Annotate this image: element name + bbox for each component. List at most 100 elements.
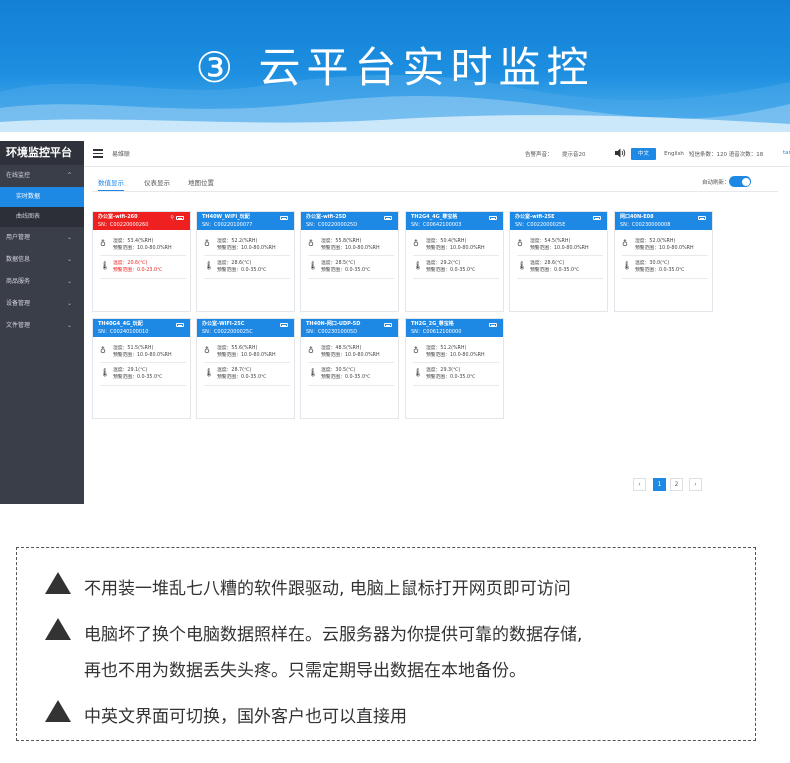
humidity-row: ♁ 湿度：55.8(%RH) 预警范围：10.0-80.0%RH	[308, 237, 394, 253]
tab-numeric[interactable]: 数值显示	[98, 177, 124, 191]
device-sn: SN：C00642100003	[411, 222, 462, 228]
device-card[interactable]: TH40N-网口-UDP-5D SN：C0023010005D ♁ 湿度：48.5(%…	[300, 318, 399, 419]
device-name: TH2G4_4G_尊宝格	[411, 214, 458, 220]
speaker-icon[interactable]	[614, 147, 626, 159]
thermometer-icon: 🌡	[413, 261, 424, 270]
humidity-icon: ♁	[413, 239, 419, 248]
row-divider	[204, 255, 290, 256]
lang-chinese-button[interactable]: 中文	[631, 148, 656, 160]
temperature-value: 温度：29.2(℃)	[426, 261, 461, 266]
note-line-4: 中英文界面可切换，国外客户也可以直接用	[84, 707, 407, 727]
device-card[interactable]: 办公室-wifi-25E SN：C0022000025E ♁ 湿度：54.5(%RH)…	[509, 211, 608, 312]
humidity-row: ♁ 湿度：53.4(%RH) 预警范围：10.0-80.0%RH	[100, 237, 186, 253]
tabs-divider	[92, 191, 778, 192]
signal-icon: ⚲	[170, 215, 174, 221]
alarm-tone-select[interactable]: 提示音20	[562, 150, 586, 158]
temperature-value: 温度：29.1(℃)	[113, 368, 148, 373]
humidity-value: 湿度：48.5(%RH)	[321, 346, 362, 351]
sidebar-group-data-info[interactable]: 数据信息 ⌄	[0, 249, 84, 271]
temperature-row: 🌡 温度：30.5(℃) 预警范围：0.0-35.0℃	[308, 366, 394, 382]
device-name: TH2G_2G_尊宝格	[411, 321, 454, 327]
auto-refresh-toggle[interactable]	[729, 176, 751, 187]
sidebar-item-curve-chart[interactable]: 曲线图表	[0, 207, 84, 227]
battery-icon	[384, 323, 392, 327]
chevron-down-icon: ⌄	[66, 300, 72, 307]
sidebar-group-product-service[interactable]: 商品服务 ⌄	[0, 271, 84, 293]
temperature-value: 温度：28.6(℃)	[217, 261, 252, 266]
humidity-icon: ♁	[100, 239, 106, 248]
device-name: TH40G4_4G_玩配	[98, 321, 143, 327]
prev-page-button[interactable]: ‹	[633, 478, 646, 491]
menu-icon[interactable]	[93, 149, 103, 158]
device-card[interactable]: 办公室-WIFI-25C SN：C0022000025C ♁ 湿度：55.6(%RH)…	[196, 318, 295, 419]
sidebar-group-device-management[interactable]: 设备管理 ⌄	[0, 293, 84, 315]
feature-notes: 不用装一堆乱七八糟的软件跟驱动, 电脑上鼠标打开网页即可访问 电脑坏了换个电脑数…	[16, 547, 756, 741]
topbar-link[interactable]: tan	[783, 150, 790, 156]
sidebar-group-user-management[interactable]: 用户管理 ⌄	[0, 227, 84, 249]
device-sn: SN：C00220000260	[98, 222, 149, 228]
thermometer-icon: 🌡	[204, 368, 215, 377]
humidity-icon: ♁	[308, 346, 314, 355]
device-card-header: 办公室-WIFI-25C SN：C0022000025C	[197, 319, 294, 337]
humidity-value: 湿度：52.0(%RH)	[635, 239, 676, 244]
temperature-row: 🌡 温度：20.6(℃) 预警范围：0.0-23.0℃	[100, 259, 186, 275]
row-divider	[204, 278, 290, 279]
humidity-value: 湿度：55.8(%RH)	[321, 239, 362, 244]
banner: ③ 云平台实时监控	[0, 0, 790, 132]
humidity-row: ♁ 湿度：51.2(%RH) 预警范围：10.0-80.0%RH	[413, 344, 499, 360]
row-divider	[622, 255, 708, 256]
device-card[interactable]: 网口40N-E08 SN：C00230000008 ♁ 湿度：52.0(%RH) 预警范…	[614, 211, 713, 312]
auto-refresh-label: 自动刷新：	[702, 180, 730, 186]
user-name[interactable]: 易维联	[112, 149, 130, 158]
temperature-row: 🌡 温度：28.7(℃) 预警范围：0.0-35.0℃	[204, 366, 290, 382]
humidity-row: ♁ 湿度：52.0(%RH) 预警范围：10.0-80.0%RH	[622, 237, 708, 253]
temperature-row: 🌡 温度：28.6(℃) 预警范围：0.0-35.0℃	[204, 259, 290, 275]
device-card[interactable]: TH2G4_4G_尊宝格 SN：C00642100003 ♁ 湿度：50.4(%RH)…	[405, 211, 504, 312]
sidebar-group-online-monitor[interactable]: 在线监控 ^	[0, 165, 84, 187]
next-page-button[interactable]: ›	[689, 478, 702, 491]
row-divider	[413, 255, 499, 256]
row-divider	[308, 255, 394, 256]
device-card[interactable]: TH2G_2G_尊宝格 SN：C00612100000 ♁ 湿度：51.2(%RH) 预…	[405, 318, 504, 419]
row-divider	[622, 278, 708, 279]
humidity-icon: ♁	[100, 346, 106, 355]
device-card[interactable]: TH40G4_4G_玩配 SN：C00240100010 ♁ 湿度：51.5(%RH)…	[92, 318, 191, 419]
device-card-header: TH40N-网口-UDP-5D SN：C0023010005D	[301, 319, 398, 337]
humidity-range: 预警范围：10.0-80.0%RH	[635, 246, 694, 251]
chevron-down-icon: ⌄	[66, 234, 72, 241]
tab-map[interactable]: 地图位置	[188, 177, 214, 191]
humidity-row: ♁ 湿度：55.6(%RH) 预警范围：10.0-80.0%RH	[204, 344, 290, 360]
humidity-icon: ♁	[204, 239, 210, 248]
thermometer-icon: 🌡	[413, 368, 424, 377]
temperature-value: 温度：28.5(℃)	[321, 261, 356, 266]
battery-icon	[489, 323, 497, 327]
battery-icon	[176, 216, 184, 220]
temperature-range: 预警范围：0.0-35.0℃	[635, 268, 685, 273]
device-card[interactable]: 办公室-wifi-25D SN：C0022000025D ♁ 湿度：55.8(%RH)…	[300, 211, 399, 312]
temperature-range: 预警范围：0.0-35.0℃	[217, 268, 267, 273]
humidity-range: 预警范围：10.0-80.0%RH	[321, 353, 380, 358]
thermometer-icon: 🌡	[100, 261, 111, 270]
device-sn: SN：C0022000025D	[306, 222, 358, 228]
chevron-down-icon: ⌄	[66, 278, 72, 285]
sidebar-group-label: 用户管理	[6, 234, 31, 241]
humidity-value: 湿度：51.2(%RH)	[426, 346, 467, 351]
device-card[interactable]: TH40W_WIFI_玩配 SN：C00220100077 ♁ 湿度：52.2(%RH…	[196, 211, 295, 312]
sidebar-item-realtime-data[interactable]: 实时数据	[0, 187, 84, 207]
sidebar-group-label: 文件管理	[6, 322, 31, 329]
device-card[interactable]: 办公室-wifi-260 SN：C00220000260 ⚲ ♁ 湿度：53.4(%RH…	[92, 211, 191, 312]
temperature-row: 🌡 温度：29.2(℃) 预警范围：0.0-35.0℃	[413, 259, 499, 275]
page-button-1[interactable]: 1	[653, 478, 666, 491]
page-button-2[interactable]: 2	[670, 478, 683, 491]
device-sn: SN：C0022000025E	[515, 222, 566, 228]
sidebar-group-file-management[interactable]: 文件管理 ⌄	[0, 315, 84, 337]
temperature-row: 🌡 温度：28.6(℃) 预警范围：0.0-35.0℃	[517, 259, 603, 275]
temperature-value: 温度：28.6(℃)	[530, 261, 565, 266]
lang-english-button[interactable]: English	[662, 148, 686, 160]
device-sn: SN：C00220100077	[202, 222, 253, 228]
humidity-range: 预警范围：10.0-80.0%RH	[217, 353, 276, 358]
battery-icon	[384, 216, 392, 220]
tab-gauge[interactable]: 仪表显示	[144, 177, 170, 191]
temperature-value: 温度：28.7(℃)	[217, 368, 252, 373]
triangle-bullet-icon	[45, 572, 71, 594]
